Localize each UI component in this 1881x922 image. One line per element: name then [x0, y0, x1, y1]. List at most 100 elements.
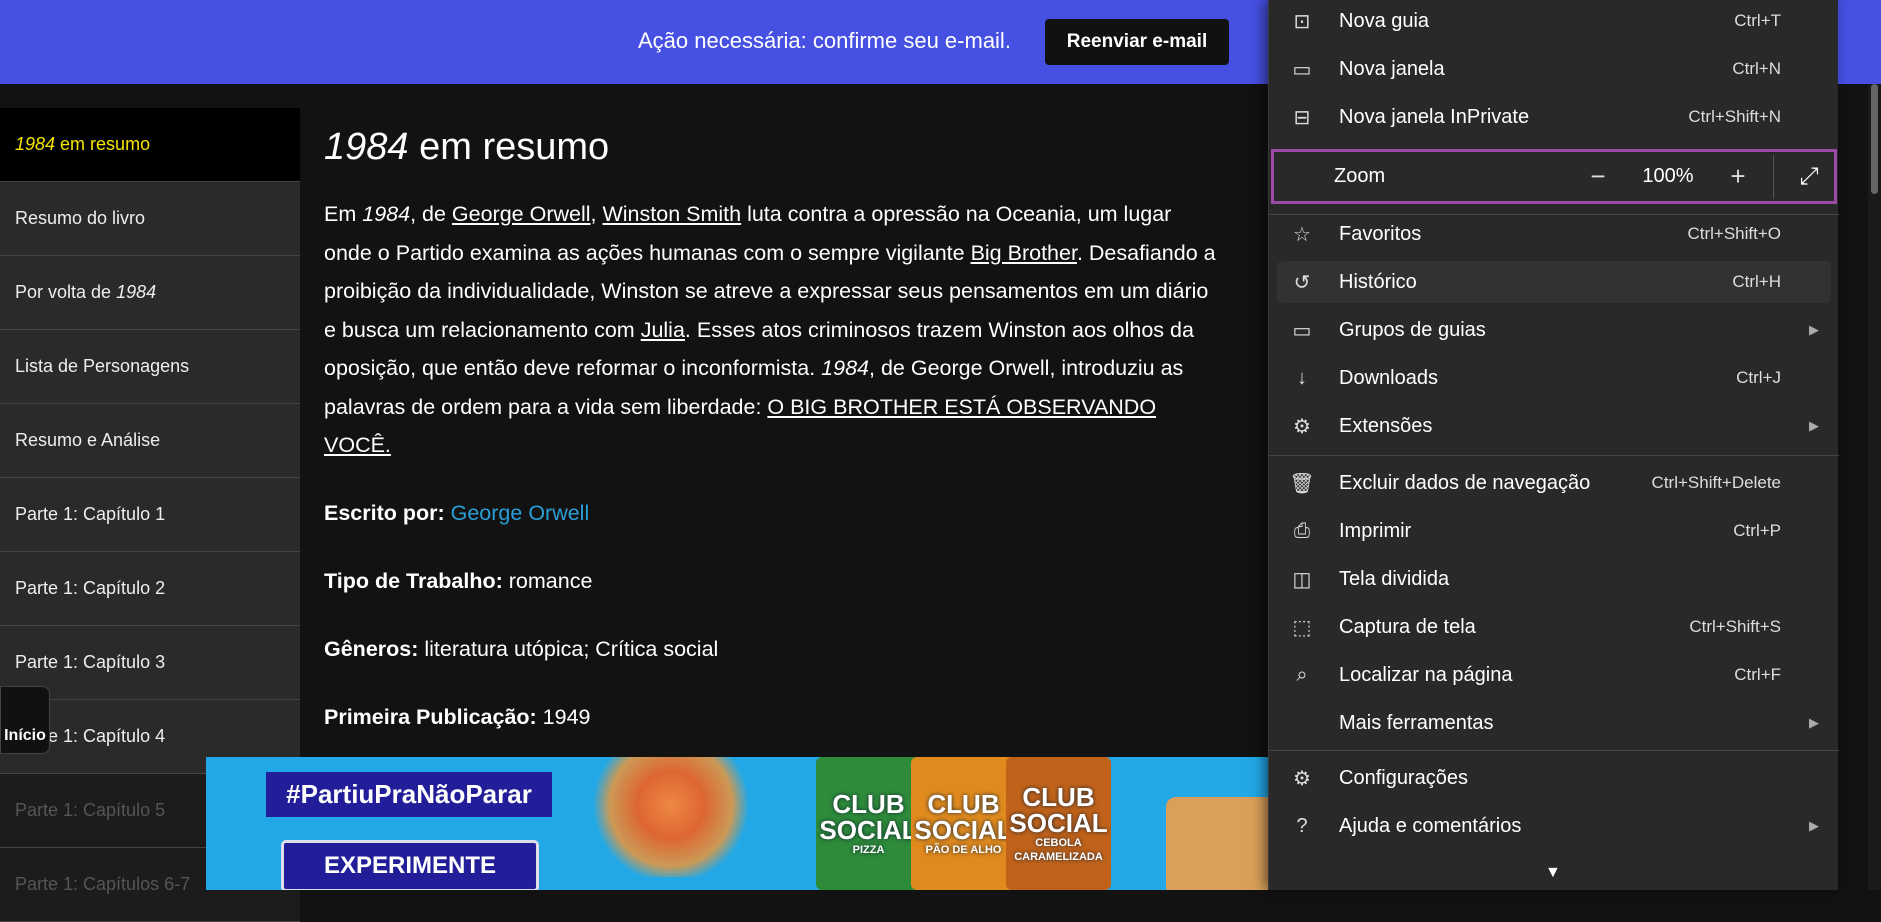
big-brother-link[interactable]: Big Brother: [971, 241, 1077, 265]
print-icon: ⎙: [1294, 519, 1310, 542]
sidebar-item-label: Parte 1: Capítulo 3: [15, 652, 166, 672]
zoom-label: Zoom: [1334, 165, 1386, 187]
menu-item-label: Captura de tela: [1339, 615, 1476, 638]
text: 1984: [821, 356, 870, 380]
author-link[interactable]: George Orwell: [445, 501, 590, 525]
product-pack: CLUB SOCIAL CEBOLA CARAMELIZADA: [1006, 757, 1111, 890]
meta-label: Gêneros:: [324, 636, 419, 661]
menu-item-mais-ferramentas[interactable]: Mais ferramentas ▶: [1277, 702, 1831, 744]
sidebar-item-chapter[interactable]: Parte 1: Capítulo 2: [0, 552, 300, 626]
new-window-icon: ▭: [1292, 58, 1312, 81]
menu-item-extens-es[interactable]: ⚙ Extensões ▶: [1277, 405, 1831, 447]
menu-item-imprimir[interactable]: ⎙ Imprimir Ctrl+P: [1277, 510, 1831, 552]
split-screen-icon: ◫: [1292, 568, 1312, 591]
zoom-in-button[interactable]: +: [1713, 161, 1763, 192]
text: Em: [324, 202, 363, 226]
menu-item-label: Nova janela: [1339, 57, 1445, 80]
screenshot-icon: ⬚: [1292, 616, 1312, 639]
sidebar-item-context[interactable]: Por volta de 1984: [0, 256, 300, 330]
tab-groups-icon: ▭: [1292, 319, 1312, 342]
sidebar-item-analysis[interactable]: Resumo e Análise: [0, 404, 300, 478]
browser-settings-menu: ⊡ Nova guia Ctrl+T ▭ Nova janela Ctrl+N ⊟ Nova …: [1268, 0, 1839, 890]
meta-label: Tipo de Trabalho:: [324, 568, 503, 593]
menu-item-excluir-dados-de-navega-o[interactable]: 🗑 Excluir dados de navegação Ctrl+Shift+De…: [1277, 462, 1831, 504]
menu-item-label: Tela dividida: [1339, 567, 1450, 590]
fullscreen-icon[interactable]: ⤢: [1784, 163, 1834, 191]
meta-first-published: Primeira Publicação: 1949: [324, 697, 1224, 737]
scrollbar-thumb[interactable]: [1871, 84, 1878, 194]
pack-brand: CLUB SOCIAL: [819, 788, 918, 845]
meta-value: romance: [502, 568, 593, 593]
meta-value: literatura utópica; Crítica social: [418, 636, 719, 661]
ad-hashtag: #PartiuPraNãoParar: [266, 772, 552, 817]
menu-item-label: Favoritos: [1339, 222, 1422, 245]
menu-item-configura-es[interactable]: ⚙ Configurações: [1277, 757, 1831, 799]
menu-item-label: Configurações: [1339, 766, 1468, 789]
sidebar-item-label: Parte 1: Capítulo 5: [15, 800, 166, 820]
menu-item-favoritos[interactable]: ☆ Favoritos Ctrl+Shift+O: [1277, 213, 1831, 255]
pizza-cracker-image: [586, 757, 756, 877]
pack-flavor: CEBOLA CARAMELIZADA: [1014, 836, 1103, 863]
summary-paragraph: Em 1984 , de George Orwell, Winston Smith…: [324, 195, 1224, 465]
menu-item-shortcut: Ctrl+P: [1733, 521, 1781, 540]
menu-item-label: Nova janela InPrivate: [1339, 105, 1530, 128]
sidebar-item-label: Resumo e Análise: [15, 430, 161, 450]
pack-brand: CLUB SOCIAL: [1009, 781, 1108, 838]
scroll-down-arrow-icon[interactable]: ▼: [1545, 864, 1561, 882]
menu-item-hist-rico[interactable]: ↺ Histórico Ctrl+H: [1277, 261, 1831, 303]
home-button[interactable]: Início: [0, 686, 50, 754]
zoom-out-button[interactable]: −: [1573, 161, 1623, 192]
menu-item-label: Mais ferramentas: [1339, 711, 1494, 734]
sidebar-item-book-summary[interactable]: Resumo do livro: [0, 182, 300, 256]
submenu-arrow-icon: ▶: [1809, 818, 1819, 833]
menu-item-tela-dividida[interactable]: ◫ Tela dividida: [1277, 558, 1831, 600]
menu-item-label: Excluir dados de navegação: [1339, 471, 1591, 494]
trash-icon: 🗑: [1289, 472, 1315, 495]
author-link[interactable]: George Orwell: [452, 202, 591, 226]
product-pack: CLUB SOCIAL PIZZA: [816, 757, 921, 890]
sidebar-item-summary[interactable]: 1984 em resumo: [0, 108, 300, 182]
advertisement[interactable]: #PartiuPraNãoParar EXPERIMENTE CLUB SOCI…: [206, 757, 1268, 890]
resend-email-button[interactable]: Reenviar e-mail: [1045, 19, 1229, 65]
submenu-arrow-icon: ▶: [1809, 418, 1819, 433]
menu-item-label: Grupos de guias: [1339, 318, 1486, 341]
menu-item-shortcut: Ctrl+H: [1732, 272, 1781, 291]
menu-item-label: Nova guia: [1339, 9, 1430, 32]
menu-item-nova-janela-inprivate[interactable]: ⊟ Nova janela InPrivate Ctrl+Shift+N: [1277, 96, 1831, 138]
menu-item-ajuda-e-coment-rios[interactable]: ? Ajuda e comentários ▶: [1277, 805, 1831, 847]
pack-flavor: PIZZA: [852, 843, 885, 856]
sidebar-item-label-italic: 1984: [15, 134, 56, 154]
menu-item-nova-janela[interactable]: ▭ Nova janela Ctrl+N: [1277, 48, 1831, 90]
menu-item-shortcut: Ctrl+N: [1732, 59, 1781, 78]
menu-separator: [1269, 214, 1839, 215]
menu-item-shortcut: Ctrl+Shift+N: [1688, 107, 1781, 126]
find-icon: ⌕: [1296, 663, 1308, 686]
zoom-level: 100%: [1642, 165, 1694, 187]
pack-brand: CLUB SOCIAL: [914, 788, 1013, 845]
page-scrollbar[interactable]: [1868, 84, 1881, 890]
menu-item-grupos-de-guias[interactable]: ▭ Grupos de guias ▶: [1277, 309, 1831, 351]
title-italic: 1984: [324, 126, 409, 168]
text: ,: [590, 202, 603, 226]
page-title: 1984 em resumo: [324, 126, 1224, 169]
menu-item-downloads[interactable]: ↓ Downloads Ctrl+J: [1277, 357, 1831, 399]
cracker-image: [1166, 797, 1268, 890]
settings-icon: ⚙: [1293, 767, 1311, 790]
meta-value: 1949: [536, 704, 591, 729]
menu-item-shortcut: Ctrl+F: [1734, 665, 1781, 684]
sidebar-item-characters[interactable]: Lista de Personagens: [0, 330, 300, 404]
meta-author: Escrito por: George Orwell: [324, 493, 1224, 533]
menu-item-label: Downloads: [1339, 366, 1438, 389]
menu-item-localizar-na-p-gina[interactable]: ⌕ Localizar na página Ctrl+F: [1277, 654, 1831, 696]
history-icon: ↺: [1293, 271, 1311, 294]
menu-item-nova-guia[interactable]: ⊡ Nova guia Ctrl+T: [1277, 0, 1831, 42]
text: , de: [410, 202, 452, 226]
sidebar-item-label: Por volta de: [15, 282, 117, 302]
banner-message: Ação necessária: confirme seu e-mail.: [638, 28, 1011, 53]
winston-link[interactable]: Winston Smith: [602, 202, 741, 226]
julia-link[interactable]: Julia: [641, 318, 685, 342]
sidebar-item-chapter[interactable]: Parte 1: Capítulo 1: [0, 478, 300, 552]
meta-work-type: Tipo de Trabalho: romance: [324, 561, 1224, 601]
ad-cta-button[interactable]: EXPERIMENTE: [281, 840, 539, 890]
menu-item-captura-de-tela[interactable]: ⬚ Captura de tela Ctrl+Shift+S: [1277, 606, 1831, 648]
